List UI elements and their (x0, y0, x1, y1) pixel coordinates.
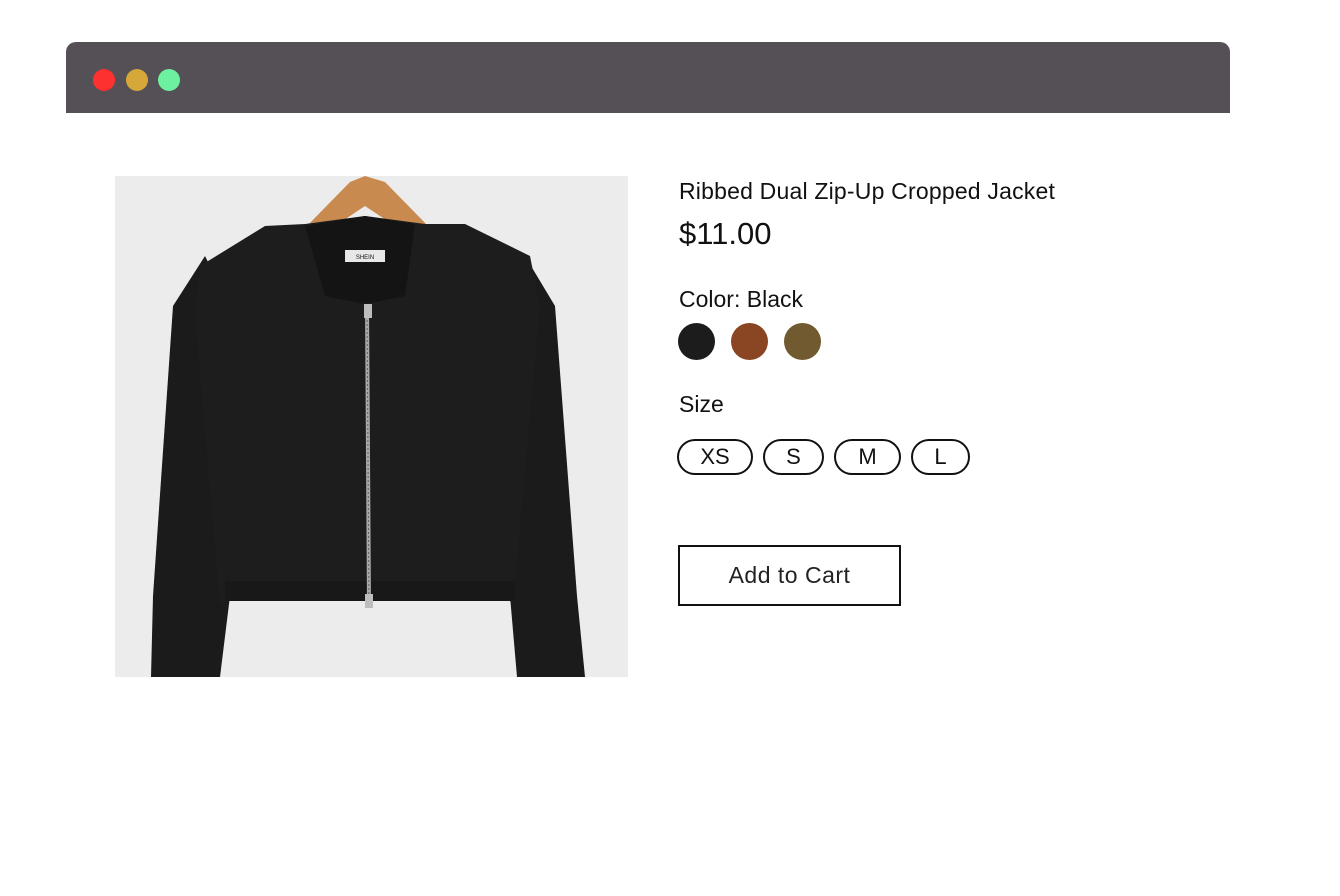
jacket-photo-icon: SHEIN (115, 176, 628, 677)
color-label: Color: Black (679, 286, 803, 312)
close-window-button[interactable] (93, 69, 115, 91)
minimize-window-button[interactable] (126, 69, 148, 91)
product-title: Ribbed Dual Zip-Up Cropped Jacket (679, 178, 1056, 204)
product-price: $11.00 (679, 216, 772, 251)
size-option-m[interactable]: M (834, 439, 901, 475)
size-option-xs[interactable]: XS (677, 439, 753, 475)
color-swatch-black[interactable] (678, 323, 715, 360)
add-to-cart-button[interactable]: Add to Cart (678, 545, 901, 606)
size-option-l[interactable]: L (911, 439, 970, 475)
size-label: Size (679, 391, 724, 417)
zoom-window-button[interactable] (158, 69, 180, 91)
size-option-group: XS S M L (677, 439, 970, 475)
size-option-s[interactable]: S (763, 439, 824, 475)
color-swatch-group (678, 323, 821, 360)
product-image: SHEIN (115, 176, 628, 677)
brand-tag-text: SHEIN (356, 255, 374, 261)
color-swatch-brown[interactable] (731, 323, 768, 360)
browser-titlebar (66, 42, 1230, 113)
color-swatch-olive[interactable] (784, 323, 821, 360)
